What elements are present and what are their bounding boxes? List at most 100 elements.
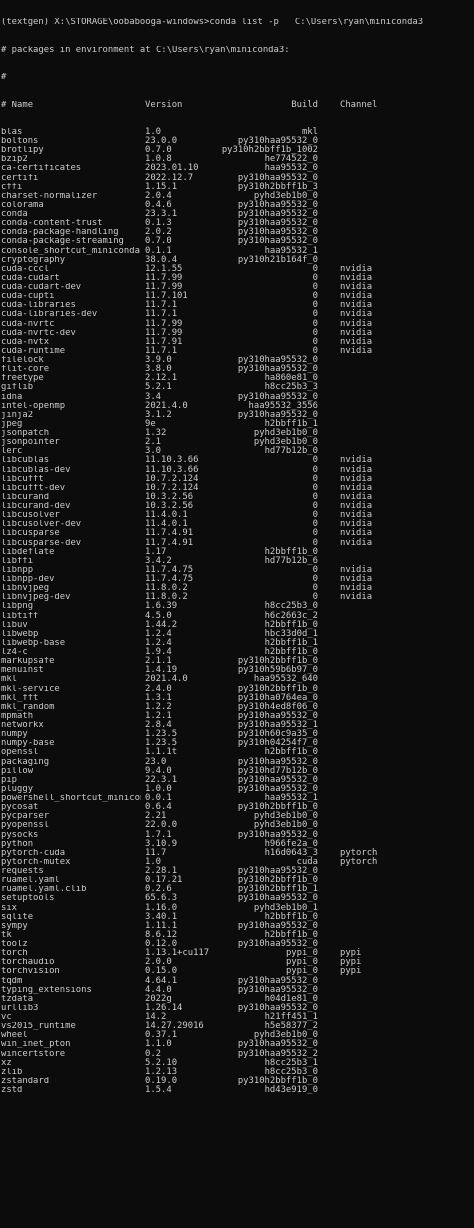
package-name: ruamel.yaml [1,876,60,886]
package-name: mkl [1,675,18,685]
package-name: pytorch-cuda [1,848,66,858]
package-name: setuptools [1,894,55,904]
package-name: vc [1,1013,12,1023]
package-row: libuv 1.44.2 h2bbff1b_0 [1,620,474,630]
package-name: boltons [1,137,39,147]
package-name: jinja2 [1,410,34,420]
package-version: 1.5.4 [145,1085,172,1096]
package-row: libnpp-dev 11.7.4.75 0 nvidia [1,574,474,585]
package-name: libcufft [1,474,44,484]
package-row: python 3.10.9 h966fe2a_0 [1,839,474,849]
command-prompt-line: (textgen) X:\STORAGE\oobabooga-windows>c… [1,18,424,28]
package-name: flit-core [1,365,50,375]
package-row: freetype 2.12.1 ha860e81_0 [1,374,474,383]
package-row: urllib3 1.26.14 py310haa95532_0 [1,1003,474,1013]
package-name: toolz [1,940,28,950]
package-row: torchaudio 2.0.0 pypi_0 pypi [1,958,474,967]
package-row: libcusolver-dev 11.4.0.1 0 nvidia [1,520,474,529]
package-name: tqdm [1,976,23,986]
package-row: libnvjpeg-dev 11.8.0.2 0 nvidia [1,593,474,602]
package-row: libcusparse 11.7.4.91 0 nvidia [1,529,474,538]
package-name: libnvjpeg [1,584,50,594]
package-name: libcurand [1,492,50,502]
package-name: filelock [1,356,44,366]
package-channel: nvidia [340,537,373,548]
terminal-window[interactable]: (textgen) X:\STORAGE\oobabooga-windows>c… [0,0,474,1228]
package-row: wincertstore 0.2 py310haa95532_2 [1,1049,474,1059]
package-name: requests [1,867,44,877]
package-name: libcusolver-dev [1,520,82,530]
package-row: setuptools 65.6.3 py310haa95532_0 [1,894,474,903]
package-name: jsonpointer [1,438,60,448]
package-row: xz 5.2.10 h8cc25b3_1 [1,1058,474,1068]
package-name: console_shortcut_miniconda [1,246,140,256]
package-row: cuda-libraries 11.7.1 0 nvidia [1,301,474,310]
package-name: torchaudio [1,958,55,968]
package-name: cuda-nvrtc-dev [1,328,76,338]
package-name: cuda-nvrtc [1,319,55,329]
package-row: pytorch-cuda 11.7 h16d0643_3 pytorch [1,848,474,858]
package-row: conda-package-streaming 0.7.0 py310haa9553… [1,237,474,246]
package-name: zstd [1,1086,23,1096]
package-row: jsonpatch 1.32 pyhd3eb1b0_0 [1,428,474,439]
package-row: libnpp 11.7.4.75 0 nvidia [1,565,474,575]
package-name: libcublas-dev [1,465,71,475]
package-row: libdeflate 1.17 h2bbff1b_0 [1,547,474,557]
package-row: typing_extensions 4.4.0 py310haa95532_0 [1,985,474,995]
package-row: libcusolver 11.4.0.1 0 nvidia [1,511,474,520]
package-row: lerc 3.0 hd77b12b_0 [1,447,474,456]
package-row: pycparser 2.21 pyhd3eb1b0_0 [1,812,474,821]
package-row: cuda-libraries-dev 11.7.1 0 nvidia [1,310,474,319]
package-row: cuda-cccl 12.1.55 0 nvidia [1,264,474,274]
package-name: numpy [1,730,28,740]
package-row: idna 3.4 py310haa95532_0 [1,392,474,402]
package-row: jsonpointer 2.1 pyhd3eb1b0_0 [1,438,474,447]
package-name: typing_extensions [1,985,92,995]
package-channel: nvidia [340,592,373,603]
package-name: numpy-base [1,739,55,749]
package-row: brotlipy 0.7.0 py310h2bbff1b_1002 [1,146,474,155]
package-name: libcusparse-dev [1,538,82,548]
package-name: libtiff [1,611,39,621]
package-row: zstd 1.5.4 hd43e919_0 [1,1085,474,1096]
package-name: jsonpatch [1,429,50,439]
package-name: libcurand-dev [1,502,71,512]
package-name: tzdata [1,994,34,1004]
package-name: cuda-cupti [1,292,55,302]
package-name: torchvision [1,967,60,977]
package-row: flit-core 3.8.0 py310haa95532_0 [1,365,474,374]
package-name: cuda-libraries [1,301,76,311]
package-name: wheel [1,1031,28,1041]
package-name: intel-openmp [1,401,66,411]
package-name: charset-normalizer [1,191,98,201]
package-name: pip [1,775,18,785]
package-name: cuda-nvtx [1,337,50,347]
package-name: cuda-cudart [1,273,60,283]
package-row: libcufft 10.7.2.124 0 nvidia [1,474,474,484]
package-row: cryptography 38.0.4 py310h21b164f_0 [1,255,474,265]
column-header-name: # Name [1,100,34,110]
package-row: toolz 0.12.0 py310haa95532_0 [1,939,474,950]
package-build: hd77b12b_6 [264,555,318,566]
package-name: libcublas [1,456,50,466]
package-name: libnpp-dev [1,575,55,585]
package-name: pillow [1,766,34,776]
package-name: openssl [1,748,39,758]
package-name: markupsafe [1,657,55,667]
package-name: powershell_shortcut_miniconda [1,794,141,804]
package-name: mkl_random [1,702,55,712]
package-row: jinja2 3.1.2 py310haa95532_0 [1,410,474,420]
package-channel: nvidia [340,345,373,356]
package-row: libcurand 10.3.2.56 0 nvidia [1,492,474,502]
package-name: pyopenssl [1,821,50,831]
package-row: pysocks 1.7.1 py310haa95532_0 [1,830,474,840]
package-name: mkl-service [1,684,60,694]
package-row: torch 1.13.1+cu117 pypi_0 pypi [1,949,474,958]
package-name: sympy [1,921,28,931]
column-header-channel: Channel [340,99,378,110]
environment-info-line: # packages in environment at C:\Users\ry… [1,45,290,55]
package-row: libwebp-base 1.2.4 h2bbff1b_1 [1,638,474,648]
package-row: cuda-cudart-dev 11.7.99 0 nvidia [1,282,474,292]
package-name: cryptography [1,255,66,265]
package-name: zstandard [1,1076,50,1086]
